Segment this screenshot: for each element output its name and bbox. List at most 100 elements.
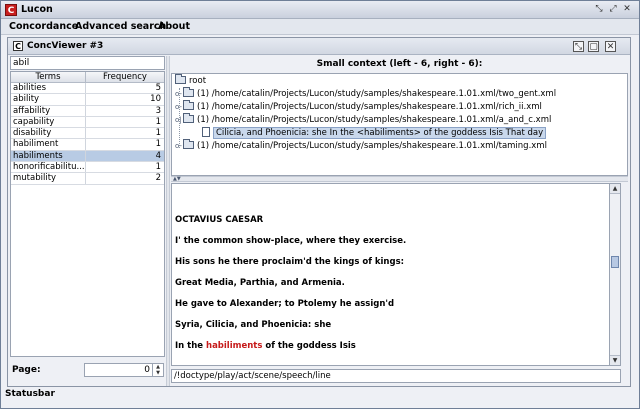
document-icon <box>202 127 210 137</box>
frequency-cell: 1 <box>155 139 161 150</box>
menu-advanced-search[interactable]: Advanced search <box>75 21 166 32</box>
tree-item-label: (1) /home/catalin/Projects/Lucon/study/s… <box>197 141 547 151</box>
context-header: Small context (left - 6, right - 6): <box>316 59 483 69</box>
highlight-text-line: In the habiliments of the goddess Isis <box>175 341 356 351</box>
term-cell: habiliment <box>11 139 86 150</box>
term-cell: honorificabilitu... <box>13 162 86 173</box>
window-title: Lucon <box>21 4 53 15</box>
tree-item[interactable]: o- (1) /home/catalin/Projects/Lucon/study… <box>175 100 542 114</box>
terms-column-header[interactable]: Terms <box>11 72 86 82</box>
table-row[interactable]: ability 10 <box>11 94 164 106</box>
tree-item[interactable]: o- (1) /home/catalin/Projects/Lucon/study… <box>175 139 547 153</box>
line-prefix: In the <box>175 341 207 351</box>
term-search-input[interactable] <box>10 56 165 70</box>
folder-icon <box>183 139 194 149</box>
term-cell: abilities <box>11 83 86 94</box>
xpath-field[interactable]: /!doctype/play/act/scene/speech/line <box>171 369 621 383</box>
collapsed-handle-icon[interactable]: o- <box>175 88 183 101</box>
close-icon[interactable]: ✕ <box>621 4 633 16</box>
frame-maximize-icon[interactable]: ▢ <box>588 41 599 52</box>
tree-item-label: (1) /home/catalin/Projects/Lucon/study/s… <box>197 102 542 112</box>
split-pane-divider[interactable] <box>166 56 170 386</box>
frame-minimize-icon[interactable]: ⤡ <box>573 41 584 52</box>
menu-concordance[interactable]: Concordance <box>9 21 78 32</box>
context-text-area[interactable]: OCTAVIUS CAESAR I' the common show-place… <box>171 183 621 366</box>
context-panel: Small context (left - 6, right - 6): roo… <box>171 56 628 386</box>
table-row[interactable]: disability 1 <box>11 128 164 140</box>
tree-item-expanded[interactable]: o| (1) /home/catalin/Projects/Lucon/study… <box>175 113 552 127</box>
table-row[interactable]: capability 1 <box>11 116 164 129</box>
folder-icon <box>183 113 194 123</box>
concviewer-title-bar: C ConcViewer #3 ⤡ ▢ ✕ <box>8 38 630 55</box>
text-line: He gave to Alexander; to Ptolemy he assi… <box>175 299 395 309</box>
menu-bar: Concordance Advanced search About <box>1 19 639 35</box>
maximize-icon[interactable]: ⤢ <box>607 4 619 16</box>
frequency-cell: 1 <box>155 128 161 139</box>
concviewer-title: ConcViewer #3 <box>27 41 104 51</box>
frequency-cell: 1 <box>155 116 161 127</box>
text-line: I' the common show-place, where they exe… <box>175 236 407 246</box>
term-cell: capability <box>11 116 86 128</box>
folder-icon <box>183 87 194 97</box>
speaker-line: OCTAVIUS CAESAR <box>175 215 264 225</box>
vertical-scrollbar[interactable]: ▲ ▼ <box>609 183 621 366</box>
tree-root-label: root <box>189 76 207 86</box>
tree-child-label: Cilicia, and Phoenicia: she In the <habi… <box>213 127 547 139</box>
text-line: His sons he there proclaim'd the kings o… <box>175 257 405 267</box>
frequency-cell: 2 <box>155 173 161 184</box>
term-cell: ability <box>11 94 86 105</box>
frequency-column-header[interactable]: Frequency <box>86 72 164 82</box>
app-logo-icon: C <box>5 4 17 16</box>
frequency-cell: 3 <box>155 105 161 116</box>
text-line: Great Media, Parthia, and Armenia. <box>175 278 345 288</box>
table-row[interactable]: affability 3 <box>11 105 164 117</box>
tree-item[interactable]: o- (1) /home/catalin/Projects/Lucon/study… <box>175 87 557 101</box>
page-label: Page: <box>12 365 41 375</box>
title-bar: C Lucon ⤡ ⤢ ✕ <box>1 1 639 19</box>
tree-root[interactable]: root <box>175 74 207 88</box>
terms-panel: Terms Frequency abilities5 ability10 aff… <box>10 56 165 386</box>
frame-close-icon[interactable]: ✕ <box>605 41 616 52</box>
text-line: Syria, Cilicia, and Phoenicia: she <box>175 320 332 330</box>
term-cell: affability <box>11 105 86 116</box>
frequency-cell: 1 <box>155 162 161 173</box>
frequency-cell: 4 <box>155 150 161 161</box>
table-row-selected[interactable]: habiliments 4 <box>11 150 164 163</box>
app-window: C Lucon ⤡ ⤢ ✕ Concordance Advanced searc… <box>0 0 640 409</box>
tree-child-item[interactable]: Cilicia, and Phoenicia: she In the <habi… <box>202 127 547 140</box>
scroll-thumb[interactable] <box>611 256 619 268</box>
tree-item-label: (1) /home/catalin/Projects/Lucon/study/s… <box>197 89 557 99</box>
table-row[interactable]: honorificabilitu... 1 <box>11 162 164 174</box>
concviewer-frame: C ConcViewer #3 ⤡ ▢ ✕ Terms Frequency ab… <box>7 37 631 387</box>
table-row[interactable]: habiliment 1 <box>11 139 164 151</box>
highlighted-keyword: habiliments <box>206 341 263 351</box>
terms-table: Terms Frequency abilities 5 ability 10 aff… <box>10 71 165 357</box>
status-bar: Statusbar <box>5 389 55 399</box>
line-suffix: of the goddess Isis <box>262 341 356 351</box>
collapsed-handle-icon[interactable]: o- <box>175 140 183 153</box>
frequency-cell: 10 <box>150 94 161 105</box>
spinner-arrows-icon[interactable]: ▲ ▼ <box>152 364 163 376</box>
page-control: Page: 0 ▲ ▼ <box>10 362 165 378</box>
term-cell: mutability <box>11 173 86 184</box>
results-tree: root o- (1) /home/catalin/Projects/Lucon/… <box>171 73 628 176</box>
table-header: Terms Frequency <box>11 72 164 83</box>
scroll-down-icon[interactable]: ▼ <box>610 355 620 365</box>
table-row[interactable]: mutability 2 <box>11 173 164 185</box>
menu-about[interactable]: About <box>158 21 190 32</box>
minimize-icon[interactable]: ⤡ <box>593 4 605 16</box>
scroll-up-icon[interactable]: ▲ <box>610 184 620 194</box>
collapsed-handle-icon[interactable]: o- <box>175 101 183 114</box>
term-cell: disability <box>11 128 86 139</box>
term-cell: habiliments <box>11 150 86 162</box>
frequency-cell: 5 <box>155 83 161 93</box>
vertical-split-bar[interactable]: ▲▼ <box>171 176 628 182</box>
folder-icon <box>175 74 186 84</box>
page-value: 0 <box>144 365 150 375</box>
tree-item-label: (1) /home/catalin/Projects/Lucon/study/s… <box>197 115 552 125</box>
page-spinner[interactable]: 0 ▲ ▼ <box>84 363 164 377</box>
frame-logo-icon: C <box>13 41 23 51</box>
folder-icon <box>183 100 194 110</box>
table-row[interactable]: abilities 5 <box>11 83 164 95</box>
expanded-handle-icon[interactable]: o| <box>175 114 183 127</box>
